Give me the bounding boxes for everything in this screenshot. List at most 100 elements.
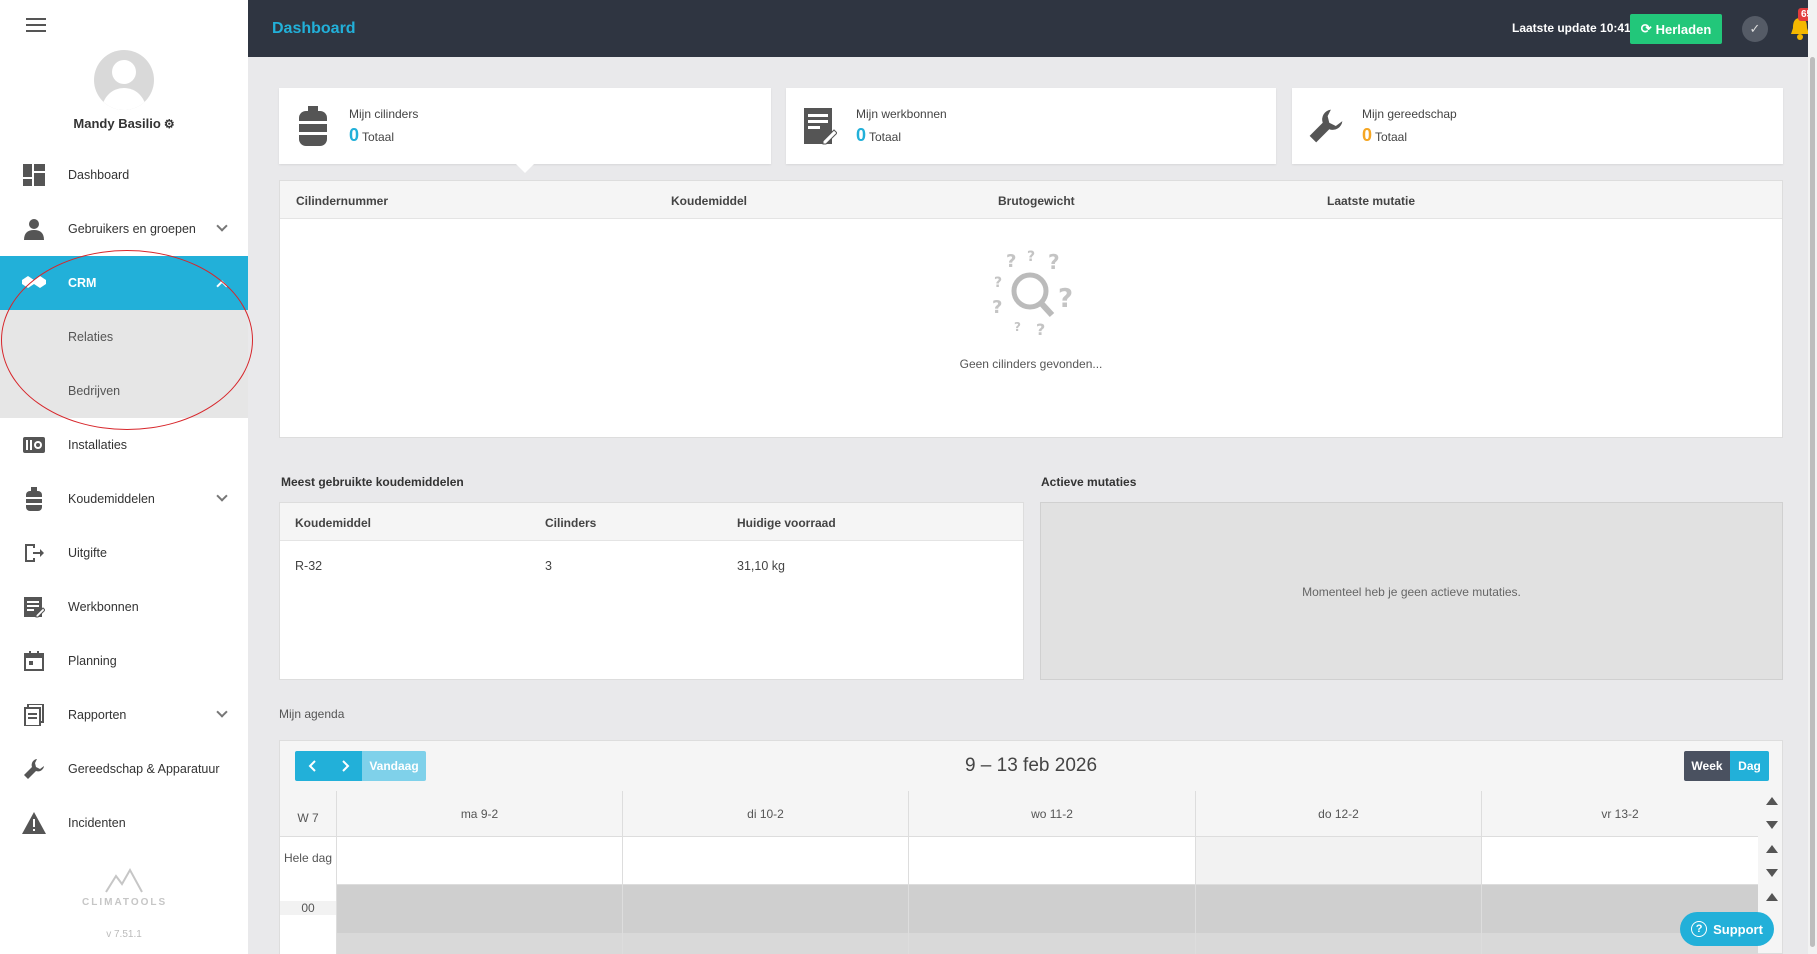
allday-cell[interactable] (908, 837, 1195, 885)
sidebar: Mandy Basilio ⚙ Dashboard Gebruikers en g… (0, 0, 253, 954)
dashboard-icon (22, 163, 46, 187)
stat-card-werkbonnen[interactable]: Mijn werkbonnen 0 Totaal (786, 88, 1276, 164)
day-header[interactable]: vr 13-2 (1481, 791, 1758, 837)
wrench-icon (22, 757, 46, 781)
hour-cell[interactable] (1195, 885, 1481, 954)
top-header: Dashboard Laatste update 10:41 ⟳ Herlade… (248, 0, 1817, 57)
allday-cell[interactable] (622, 837, 908, 885)
sidebar-item-label: Gebruikers en groepen (68, 222, 196, 236)
wrench-icon (1308, 106, 1344, 146)
section-title: Meest gebruikte koudemiddelen (281, 475, 464, 489)
table-header: Cilindernummer Koudemiddel Brutogewicht … (280, 181, 1782, 219)
allday-cell[interactable] (1195, 837, 1481, 885)
sidebar-item-label: Koudemiddelen (68, 492, 155, 506)
sidebar-item-label: Uitgifte (68, 546, 107, 560)
sidebar-item-werkbonnen[interactable]: Werkbonnen (0, 580, 248, 634)
day-header[interactable]: ma 9-2 (336, 791, 622, 837)
next-button[interactable] (329, 751, 362, 781)
chevron-down-icon (216, 220, 228, 232)
cylinders-table: Cilindernummer Koudemiddel Brutogewicht … (279, 180, 1783, 438)
day-view-button[interactable]: Dag (1730, 751, 1769, 781)
logo-text: CLIMATOOLS (82, 897, 168, 908)
sidebar-item-users[interactable]: Gebruikers en groepen (0, 202, 248, 256)
stat-unit: Totaal (362, 130, 395, 144)
sidebar-item-label: Installaties (68, 438, 128, 452)
stat-card-cylinders[interactable]: Mijn cilinders 0 Totaal (279, 88, 771, 164)
svg-text:?: ? (1006, 251, 1016, 272)
section-title: Actieve mutaties (1041, 475, 1137, 489)
allday-cell[interactable] (336, 837, 622, 885)
day-header[interactable]: di 10-2 (622, 791, 908, 837)
sidebar-item-label: Gereedschap & Apparatuur (68, 762, 220, 776)
allday-label: Hele dag (283, 851, 333, 865)
sidebar-item-gereedschap[interactable]: Gereedschap & Apparatuur (0, 742, 248, 796)
avatar[interactable] (94, 50, 154, 110)
sidebar-item-rapporten[interactable]: Rapporten (0, 688, 248, 742)
scroll-up-icon[interactable] (1766, 845, 1778, 853)
day-header[interactable]: wo 11-2 (908, 791, 1195, 837)
cell-koudemiddel: R-32 (295, 559, 323, 573)
check-icon[interactable]: ✓ (1742, 16, 1768, 42)
agenda-calendar: Vandaag 9 – 13 feb 2026 Week Dag W 7 ma … (279, 740, 1783, 954)
calendar-range: 9 – 13 feb 2026 (964, 755, 1098, 776)
sidebar-item-planning[interactable]: Planning (0, 634, 248, 688)
reload-label: Herladen (1655, 21, 1712, 37)
column-header[interactable]: Huidige voorraad (737, 516, 836, 530)
column-header[interactable]: Laatste mutatie (1327, 194, 1415, 208)
gear-icon[interactable]: ⚙ (164, 117, 175, 131)
sidebar-item-label: Dashboard (68, 168, 130, 182)
svg-text:?: ? (1014, 320, 1021, 334)
hour-cell[interactable] (908, 885, 1195, 954)
column-header[interactable]: Brutogewicht (998, 194, 1075, 208)
sidebar-item-dashboard[interactable]: Dashboard (0, 148, 248, 202)
support-label: Support (1713, 921, 1763, 937)
stat-card-gereedschap[interactable]: Mijn gereedschap 0 Totaal (1292, 88, 1783, 164)
day-header[interactable]: do 12-2 (1195, 791, 1481, 837)
stat-unit: Totaal (1375, 130, 1408, 144)
hour-cell[interactable] (336, 885, 622, 954)
page-scrollbar[interactable] (1808, 0, 1817, 954)
hour-label: 00 (280, 901, 336, 915)
sidebar-item-koudemiddelen[interactable]: Koudemiddelen (0, 472, 248, 526)
column-header[interactable]: Cilindernummer (296, 194, 388, 208)
scroll-up-icon[interactable] (1766, 893, 1778, 901)
page-title: Dashboard (272, 20, 356, 37)
refrigerants-table: Koudemiddel Cilinders Huidige voorraad R… (279, 502, 1024, 680)
support-button[interactable]: ? Support (1680, 912, 1774, 946)
user-name-area[interactable]: Mandy Basilio ⚙ (0, 116, 248, 131)
column-header[interactable]: Koudemiddel (295, 516, 371, 530)
reload-button[interactable]: ⟳ Herladen (1630, 14, 1722, 44)
highlight-circle (1, 250, 253, 430)
today-button[interactable]: Vandaag (362, 751, 426, 781)
stat-value: 0 (1362, 125, 1373, 145)
hour-cell[interactable] (622, 885, 908, 954)
chevron-left-icon (308, 760, 316, 772)
calendar-grid: W 7 ma 9-2 di 10-2 wo 11-2 do 12-2 vr 13… (280, 791, 1758, 954)
svg-text:?: ? (1048, 250, 1060, 274)
document-edit-icon (22, 595, 46, 619)
stat-title: Mijn werkbonnen (856, 107, 947, 121)
scroll-up-icon[interactable] (1766, 797, 1778, 805)
empty-message: Geen cilinders gevonden... (959, 357, 1103, 371)
prev-button[interactable] (295, 751, 329, 781)
sidebar-item-uitgifte[interactable]: Uitgifte (0, 526, 248, 580)
warning-icon (22, 811, 46, 835)
installation-icon (22, 433, 46, 457)
week-view-button[interactable]: Week (1684, 751, 1730, 781)
document-edit-icon (802, 106, 838, 146)
scroll-down-icon[interactable] (1766, 869, 1778, 877)
chevron-down-icon (216, 490, 228, 502)
svg-text:?: ? (992, 297, 1002, 318)
sidebar-item-incidenten[interactable]: Incidenten (0, 796, 248, 850)
column-header[interactable]: Cilinders (545, 516, 596, 530)
chevron-right-icon (341, 760, 349, 772)
column-header[interactable]: Koudemiddel (671, 194, 747, 208)
sidebar-item-label: Planning (68, 654, 117, 668)
refresh-icon: ⟳ (1640, 21, 1652, 36)
menu-icon[interactable] (26, 18, 46, 32)
scroll-down-icon[interactable] (1766, 821, 1778, 829)
svg-text:?: ? (1058, 284, 1073, 314)
sidebar-item-label: Rapporten (68, 708, 127, 722)
allday-cell[interactable] (1481, 837, 1758, 885)
empty-message: Momenteel heb je geen actieve mutaties. (1302, 585, 1521, 599)
